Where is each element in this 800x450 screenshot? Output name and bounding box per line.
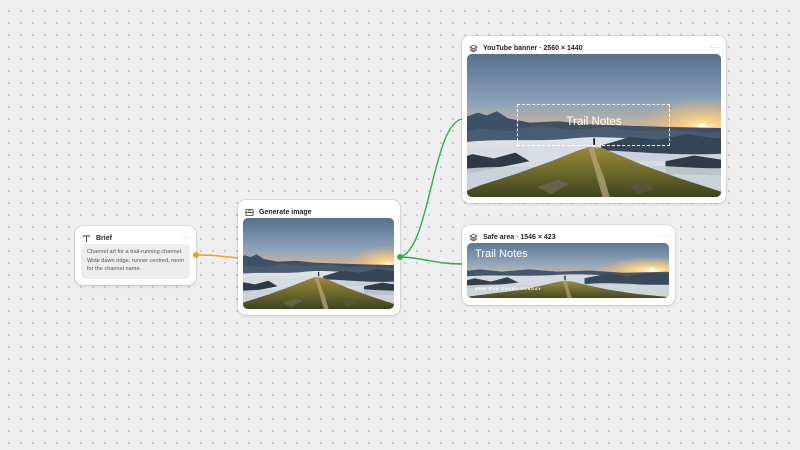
layers-icon — [468, 232, 478, 242]
edge-generate-to-banner[interactable] — [399, 118, 463, 258]
brief-node[interactable]: Brief ··· Channel art for a trail-runnin… — [75, 226, 196, 285]
generate-image-node[interactable]: Generate image — [238, 200, 400, 315]
edge-generate-to-safe-area[interactable] — [399, 256, 463, 265]
youtube-banner-node[interactable]: YouTube banner · 2560 × 1440 ··· Trail N… — [462, 36, 726, 203]
brief-node-title: Brief — [96, 234, 112, 242]
safe-channel-title: Trail Notes — [475, 248, 528, 260]
workflow-canvas[interactable]: Brief ··· Channel art for a trail-runnin… — [0, 0, 800, 450]
layers-icon — [468, 43, 478, 53]
banner-node-title: YouTube banner · 2560 × 1440 — [483, 44, 583, 52]
generate-output-port[interactable] — [397, 254, 403, 260]
safe-area-image: Trail Notes NEW RUN EVERY SUNDAY — [467, 243, 669, 298]
more-options-icon[interactable]: ··· — [181, 234, 191, 242]
banner-channel-title: Trail Notes — [566, 116, 622, 128]
image-generate-icon — [244, 207, 254, 217]
generated-image — [243, 218, 394, 309]
more-options-icon[interactable]: ··· — [711, 44, 721, 52]
banner-image: Trail Notes — [467, 54, 721, 197]
generate-node-title: Generate image — [259, 208, 312, 216]
safe-area-node[interactable]: Safe area · 1546 × 423 ··· Trail Notes N… — [462, 225, 675, 305]
brief-output-port[interactable] — [193, 252, 199, 258]
safe-node-title: Safe area · 1546 × 423 — [483, 233, 556, 241]
brief-text[interactable]: Channel art for a trail-running channel.… — [81, 244, 190, 279]
safe-channel-tagline: NEW RUN EVERY SUNDAY — [475, 287, 542, 291]
text-icon — [81, 233, 91, 243]
edge-brief-to-generate[interactable] — [195, 254, 239, 259]
more-options-icon[interactable]: ··· — [660, 233, 670, 241]
